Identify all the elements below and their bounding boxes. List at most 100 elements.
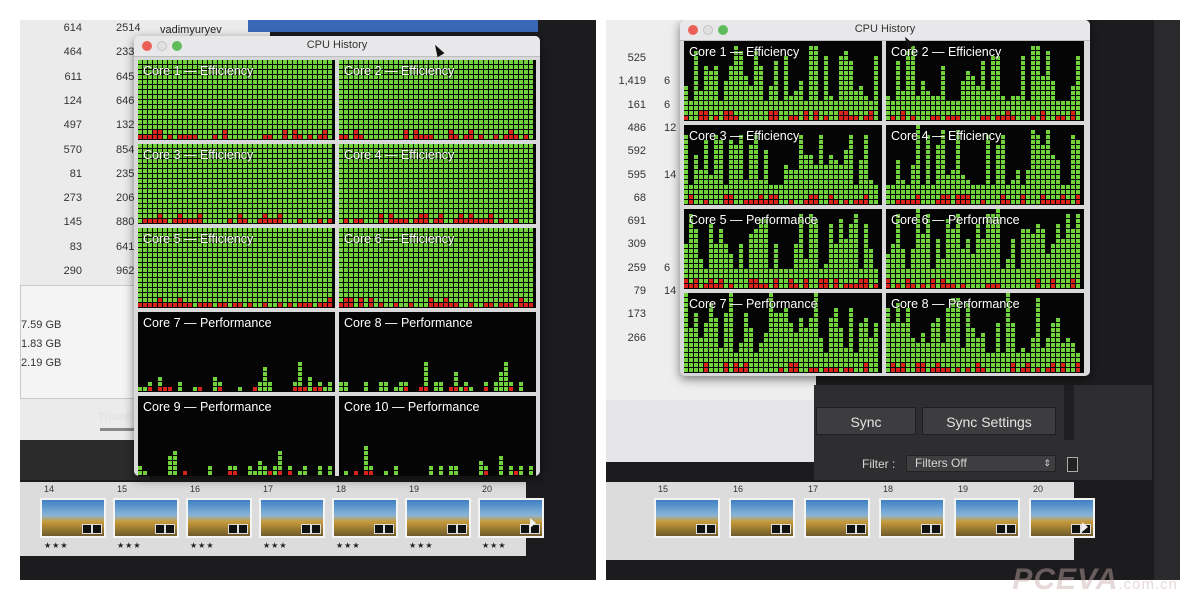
load-cell [323, 120, 327, 124]
load-cell [213, 204, 217, 208]
load-cell [454, 115, 458, 119]
load-cell [158, 214, 162, 218]
filmstrip-thumbnail[interactable] [259, 498, 325, 538]
filmstrip: 15 16 17 18 19 20 [606, 482, 1095, 560]
load-cell [784, 106, 788, 110]
load-cell [514, 228, 518, 232]
load-cell [238, 174, 242, 178]
load-cell [464, 80, 468, 84]
filmstrip-thumbnail[interactable] [954, 498, 1020, 538]
load-cell [981, 111, 985, 115]
star-rating[interactable]: ★★★ [117, 541, 142, 550]
load-cell [484, 184, 488, 188]
star-rating[interactable]: ★★★ [263, 541, 288, 550]
load-cell [479, 149, 483, 153]
load-cell [469, 65, 473, 69]
star-rating[interactable]: ★★★ [409, 541, 434, 550]
filmstrip-thumbnail[interactable] [804, 498, 870, 538]
load-cell [328, 120, 332, 124]
star-rating[interactable]: ★★★ [336, 541, 361, 550]
load-cell [163, 100, 167, 104]
load-cell [193, 189, 197, 193]
load-cell [273, 471, 277, 475]
load-cell [163, 85, 167, 89]
load-cell [809, 51, 813, 55]
load-cell [824, 61, 828, 65]
load-cell [794, 116, 798, 120]
load-cell [389, 263, 393, 267]
star-rating[interactable]: ★★★ [482, 541, 507, 550]
load-cell [238, 125, 242, 129]
filmstrip-thumbnail[interactable] [654, 498, 720, 538]
load-cell [489, 278, 493, 282]
filter-select[interactable]: Filters Off ⇕ [906, 455, 1056, 472]
load-cell [223, 164, 227, 168]
load-cell [298, 387, 302, 391]
load-cell [243, 263, 247, 267]
load-cell [409, 189, 413, 193]
lightroom-panel-light [606, 400, 814, 462]
load-cell [313, 85, 317, 89]
load-cell [424, 387, 428, 391]
load-cell [153, 189, 157, 193]
load-cell [328, 70, 332, 74]
filmstrip-thumbnail[interactable] [113, 498, 179, 538]
star-rating[interactable]: ★★★ [190, 541, 215, 550]
load-cell [419, 130, 423, 134]
load-cell [499, 253, 503, 257]
load-cell [474, 105, 478, 109]
load-cell [253, 258, 257, 262]
load-cell [253, 471, 257, 475]
load-cell [444, 283, 448, 287]
load-cell [849, 96, 853, 100]
sync-button[interactable]: Sync [816, 407, 916, 435]
load-cell [409, 100, 413, 104]
load-cell [986, 106, 990, 110]
load-cell [839, 96, 843, 100]
load-cell [233, 194, 237, 198]
load-cell [499, 169, 503, 173]
filmstrip-next-arrow[interactable] [530, 518, 536, 528]
filmstrip-thumbnail[interactable] [186, 498, 252, 538]
load-cell [489, 169, 493, 173]
panel-toggle[interactable] [1067, 457, 1078, 472]
scroll-strip[interactable] [1064, 385, 1074, 440]
load-cell [213, 253, 217, 257]
filmstrip-thumbnail[interactable] [405, 498, 471, 538]
load-cell [288, 169, 292, 173]
load-cell [283, 209, 287, 213]
load-cell [253, 85, 257, 89]
load-cell [434, 263, 438, 267]
filmstrip-thumbnail[interactable] [729, 498, 795, 538]
filmstrip-thumbnail[interactable] [879, 498, 945, 538]
load-cell [449, 209, 453, 213]
load-cell [814, 56, 818, 60]
load-cell [218, 95, 222, 99]
load-cell [449, 471, 453, 475]
filmstrip-next-arrow[interactable] [1082, 522, 1088, 532]
load-cell [1031, 106, 1035, 110]
load-cell [439, 258, 443, 262]
filmstrip-thumbnail[interactable] [40, 498, 106, 538]
load-cell [529, 154, 533, 158]
load-cell [1021, 96, 1025, 100]
load-cell [228, 169, 232, 173]
load-cell [389, 125, 393, 129]
load-cell [158, 95, 162, 99]
load-cell [901, 106, 905, 110]
load-cell [168, 85, 172, 89]
load-cell [138, 135, 142, 139]
load-cell [303, 120, 307, 124]
load-cell [318, 100, 322, 104]
load-cell [434, 115, 438, 119]
star-rating[interactable]: ★★★ [44, 541, 69, 550]
load-cell [203, 303, 207, 307]
filmstrip-thumbnail[interactable] [1029, 498, 1095, 538]
load-cell [524, 298, 528, 302]
load-cell [834, 111, 838, 115]
load-cell [374, 189, 378, 193]
load-cell [704, 101, 708, 105]
load-cell [844, 111, 848, 115]
filmstrip-thumbnail[interactable] [332, 498, 398, 538]
sync-settings-button[interactable]: Sync Settings [922, 407, 1056, 435]
